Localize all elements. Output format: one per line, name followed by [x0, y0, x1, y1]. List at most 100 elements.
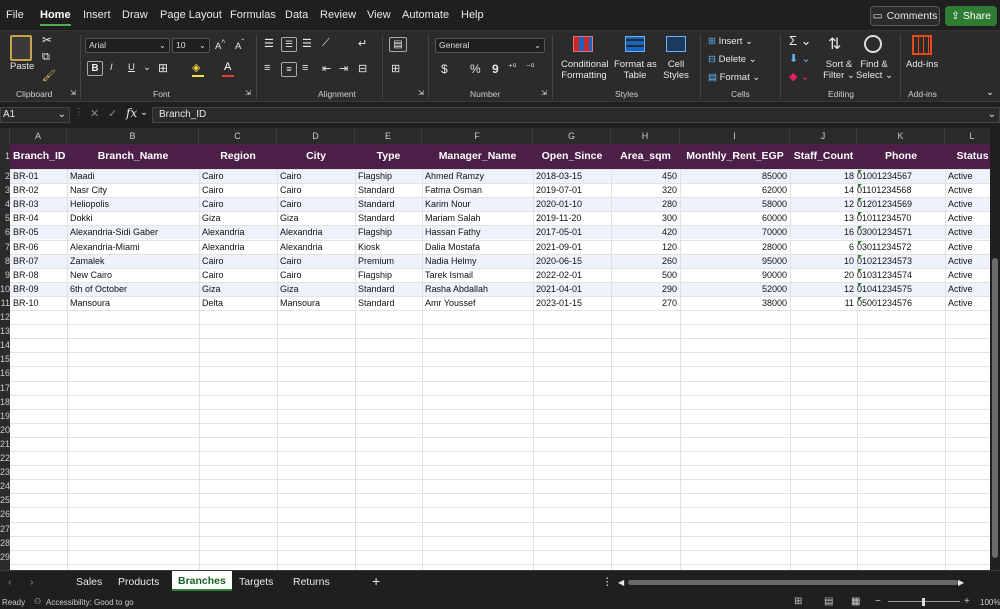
format-as-table-button[interactable]: Format as Table	[614, 59, 657, 81]
row-header[interactable]: 22	[0, 451, 10, 465]
header-cell-manager-name[interactable]: Manager_Name	[422, 144, 533, 169]
sheet-tab-sales[interactable]: Sales	[70, 575, 108, 589]
table-cell[interactable]: 90000	[680, 268, 790, 282]
table-cell[interactable]: Cairo	[199, 183, 277, 197]
cancel-icon[interactable]: ✕	[90, 107, 99, 120]
number-as-text-warning-icon[interactable]	[858, 268, 862, 273]
table-cell[interactable]: 01001234567	[857, 169, 945, 183]
table-cell[interactable]: Alexandria	[199, 225, 277, 239]
table-cell[interactable]: 2021-09-01	[533, 240, 611, 254]
row-header[interactable]: 6	[0, 225, 10, 239]
table-cell[interactable]: BR-10	[10, 296, 67, 310]
table-cell[interactable]: Cairo	[277, 268, 355, 282]
menu-home[interactable]: Home	[40, 9, 71, 26]
menu-page-layout[interactable]: Page Layout	[160, 9, 222, 21]
vertical-scrollbar[interactable]	[990, 128, 1000, 570]
table-cell[interactable]: 2021-04-01	[533, 282, 611, 296]
table-cell[interactable]: 120	[611, 240, 680, 254]
dialog-launcher-icon[interactable]: ⇲	[245, 89, 251, 97]
confirm-icon[interactable]: ✓	[108, 107, 117, 120]
row-header[interactable]: 14	[0, 338, 10, 352]
decrease-font-icon[interactable]: Aˇ	[235, 38, 244, 52]
search-icon[interactable]	[864, 35, 882, 53]
table-cell[interactable]: Cairo	[199, 268, 277, 282]
table-cell[interactable]: Dalia Mostafa	[422, 240, 533, 254]
table-cell[interactable]: 420	[611, 225, 680, 239]
row-header[interactable]: 27	[0, 522, 10, 536]
table-cell[interactable]: Alexandria	[277, 240, 355, 254]
chevron-down-icon[interactable]: ⌄	[143, 62, 151, 73]
row-header[interactable]: 9	[0, 268, 10, 282]
menu-file[interactable]: File	[6, 9, 24, 21]
column-header-d[interactable]: D	[277, 128, 355, 144]
clear-icon[interactable]: ◆ ⌄	[789, 70, 810, 83]
table-cell[interactable]: Ahmed Ramzy	[422, 169, 533, 183]
table-cell[interactable]: 11	[790, 296, 857, 310]
more-options-icon[interactable]: ⋮	[74, 107, 84, 118]
header-cell-open-since[interactable]: Open_Since	[533, 144, 611, 169]
header-cell-phone[interactable]: Phone	[857, 144, 945, 169]
zoom-level[interactable]: 100%	[980, 598, 1000, 607]
menu-review[interactable]: Review	[320, 9, 356, 21]
name-box[interactable]: A1 ⌄	[0, 107, 70, 123]
table-cell[interactable]: Nasr City	[67, 183, 199, 197]
table-cell[interactable]: 6th of October	[67, 282, 199, 296]
header-cell-branch-name[interactable]: Branch_Name	[67, 144, 199, 169]
accessibility-status[interactable]: Accessibility: Good to go	[46, 598, 134, 607]
table-cell[interactable]: 2019-11-20	[533, 211, 611, 225]
menu-view[interactable]: View	[367, 9, 391, 21]
table-cell[interactable]: 38000	[680, 296, 790, 310]
table-cell[interactable]: Standard	[355, 183, 422, 197]
vertical-scroll-thumb[interactable]	[992, 258, 998, 558]
sheet-tab-returns[interactable]: Returns	[287, 575, 336, 589]
table-cell[interactable]: 270	[611, 296, 680, 310]
table-cell[interactable]: Maadi	[67, 169, 199, 183]
comma-button[interactable]: 9	[492, 62, 499, 76]
find-select-button[interactable]: Find & Select ⌄	[856, 59, 893, 81]
table-cell[interactable]: New Cairo	[67, 268, 199, 282]
table-cell[interactable]: 320	[611, 183, 680, 197]
table-cell[interactable]: Cairo	[277, 183, 355, 197]
table-cell[interactable]: 62000	[680, 183, 790, 197]
row-header[interactable]: 19	[0, 409, 10, 423]
number-as-text-warning-icon[interactable]	[858, 296, 862, 301]
table-cell[interactable]: 2019-07-01	[533, 183, 611, 197]
table-cell[interactable]: 18	[790, 169, 857, 183]
table-cell[interactable]: Alexandria	[277, 225, 355, 239]
share-button[interactable]: ⇪ Share	[945, 6, 997, 26]
column-header-g[interactable]: G	[533, 128, 611, 144]
number-as-text-warning-icon[interactable]	[858, 240, 862, 245]
table-cell[interactable]: 05001234576	[857, 296, 945, 310]
align-top-icon[interactable]: ☰	[264, 37, 274, 50]
column-header-k[interactable]: K	[857, 128, 945, 144]
header-cell-area-sqm[interactable]: Area_sqm	[611, 144, 680, 169]
column-header-a[interactable]: A	[10, 128, 67, 144]
menu-help[interactable]: Help	[461, 9, 484, 21]
table-cell[interactable]: Nadia Helmy	[422, 254, 533, 268]
font-color-icon[interactable]: A	[224, 61, 231, 73]
table-cell[interactable]: Delta	[199, 296, 277, 310]
increase-decimal-icon[interactable]: ⁺⁰	[508, 62, 516, 73]
table-cell[interactable]: BR-06	[10, 240, 67, 254]
align-right-icon[interactable]: ≡	[302, 62, 308, 74]
sort-filter-button[interactable]: Sort & Filter ⌄	[822, 59, 856, 81]
number-as-text-warning-icon[interactable]	[858, 184, 862, 189]
add-sheet-button[interactable]: +	[366, 572, 386, 590]
decrease-decimal-icon[interactable]: ⁻⁰	[526, 62, 534, 73]
table-cell[interactable]: 2023-01-15	[533, 296, 611, 310]
row-header[interactable]: 15	[0, 352, 10, 366]
table-cell[interactable]: 01041234575	[857, 282, 945, 296]
table-cell[interactable]: Giza	[277, 282, 355, 296]
table-cell[interactable]: 03001234571	[857, 225, 945, 239]
currency-button[interactable]: $	[441, 62, 448, 76]
row-header[interactable]: 2	[0, 169, 10, 183]
table-cell[interactable]: 2017-05-01	[533, 225, 611, 239]
table-cell[interactable]: 60000	[680, 211, 790, 225]
table-cell[interactable]: BR-02	[10, 183, 67, 197]
table-cell[interactable]: Dokki	[67, 211, 199, 225]
row-header[interactable]: 4	[0, 197, 10, 211]
column-header-i[interactable]: I	[680, 128, 790, 144]
sheet-tab-branches[interactable]: Branches	[172, 571, 232, 591]
row-header[interactable]: 28	[0, 536, 10, 550]
table-cell[interactable]: 12	[790, 282, 857, 296]
